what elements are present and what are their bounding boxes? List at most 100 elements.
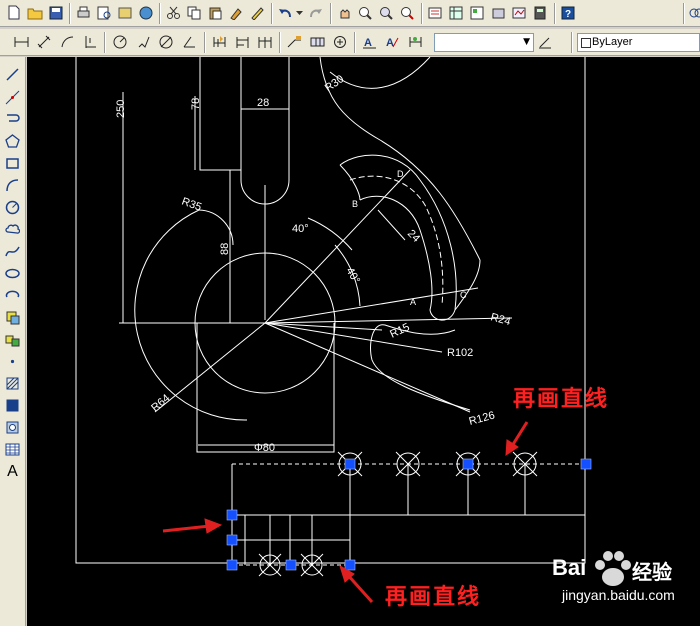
aligned-dimension-icon[interactable]	[35, 32, 54, 51]
sheet-set-icon[interactable]	[489, 3, 508, 22]
separator	[279, 32, 281, 53]
continue-dimension-icon[interactable]	[256, 32, 275, 51]
separator	[354, 32, 356, 53]
dim-24-line	[377, 209, 406, 241]
separator	[330, 3, 332, 24]
undo-icon[interactable]	[276, 3, 295, 22]
hatch-icon[interactable]	[3, 374, 22, 393]
copy-icon[interactable]	[185, 3, 204, 22]
block-editor-icon[interactable]	[248, 3, 267, 22]
properties-icon[interactable]	[426, 3, 445, 22]
grip[interactable]	[344, 458, 356, 470]
grip[interactable]	[344, 559, 356, 571]
diameter-dimension-icon[interactable]	[157, 32, 176, 51]
zoom-window-icon[interactable]	[377, 3, 396, 22]
r35-arc	[198, 209, 234, 246]
ellipse-icon[interactable]	[3, 264, 22, 283]
calculator-icon[interactable]	[531, 3, 550, 22]
3d-dwf-icon[interactable]	[137, 3, 156, 22]
drawing-svg: 250 78 28 R30 R35 88 40° 40° 24 R15 R24 …	[75, 57, 592, 604]
dimension-texts: 250 78 28 R30 R35 88 40° 40° 24 R15 R24 …	[115, 73, 512, 454]
zoom-previous-icon[interactable]	[398, 3, 417, 22]
design-center-icon[interactable]	[447, 3, 466, 22]
angle-40b-text: 40°	[343, 266, 362, 286]
radius-dimension-icon[interactable]	[111, 32, 130, 51]
spline-icon[interactable]	[3, 242, 22, 261]
line-icon[interactable]	[3, 65, 22, 84]
grip[interactable]	[226, 559, 238, 571]
dimension-toolbar: A A ▼ ByLayer	[0, 29, 700, 56]
radial-line-r15	[264, 322, 383, 331]
pan-realtime-icon[interactable]	[335, 3, 354, 22]
svg-text:A: A	[364, 37, 372, 49]
angular-dimension-icon[interactable]	[180, 32, 199, 51]
polygon-icon[interactable]	[3, 132, 22, 151]
new-file-icon[interactable]	[4, 3, 23, 22]
rectangle-icon[interactable]	[3, 154, 22, 173]
paste-icon[interactable]	[206, 3, 225, 22]
dim-r126-text: R126	[468, 410, 497, 428]
help-icon[interactable]: ?	[559, 3, 578, 22]
save-icon[interactable]	[46, 3, 65, 22]
multiline-text-icon[interactable]: A	[3, 462, 22, 481]
dimension-update-icon[interactable]	[406, 32, 425, 51]
grip[interactable]	[226, 534, 238, 546]
revision-cloud-icon[interactable]	[3, 220, 22, 239]
redo-icon[interactable]	[306, 3, 325, 22]
table-icon[interactable]	[3, 440, 22, 459]
publish-icon[interactable]	[116, 3, 135, 22]
markup-icon[interactable]	[510, 3, 529, 22]
svg-text:?: ?	[565, 9, 571, 20]
baseline-dimension-icon[interactable]	[233, 32, 252, 51]
separator	[421, 3, 423, 24]
grip[interactable]	[462, 458, 474, 470]
jogged-dimension-icon[interactable]	[134, 32, 153, 51]
dimension-style-icon[interactable]	[536, 32, 555, 51]
ellipse-arc-icon[interactable]	[3, 286, 22, 305]
polyline-icon[interactable]	[3, 110, 22, 129]
dimension-style-dropdown[interactable]: ▼	[434, 33, 534, 52]
make-block-icon[interactable]	[3, 330, 22, 349]
grip[interactable]	[580, 458, 592, 470]
dimension-text-edit-icon[interactable]: A	[383, 32, 402, 51]
construction-line-icon[interactable]	[3, 88, 22, 107]
radial-line-r24	[264, 317, 513, 324]
linear-dimension-icon[interactable]	[12, 32, 31, 51]
quick-dimension-icon[interactable]	[210, 32, 229, 51]
region-icon[interactable]	[3, 418, 22, 437]
center-mark-icon[interactable]	[331, 32, 350, 51]
tolerance-icon[interactable]	[308, 32, 327, 51]
zoom-realtime-icon[interactable]	[356, 3, 375, 22]
match-properties-icon[interactable]	[227, 3, 246, 22]
dim-28-text: 28	[257, 97, 269, 109]
drawing-canvas[interactable]: 250 78 28 R30 R35 88 40° 40° 24 R15 R24 …	[27, 57, 700, 626]
open-folder-icon[interactable]	[25, 3, 44, 22]
circle-icon[interactable]	[3, 198, 22, 217]
upper-vertical-lines	[407, 464, 526, 515]
crescent-end-top	[339, 164, 361, 201]
dimension-edit-icon[interactable]: A	[360, 32, 379, 51]
print-icon[interactable]	[74, 3, 93, 22]
arrow-left-head	[204, 518, 223, 534]
r24-arc	[454, 259, 481, 311]
ordinate-dimension-icon[interactable]	[81, 32, 100, 51]
gradient-icon[interactable]	[3, 396, 22, 415]
grip[interactable]	[285, 559, 297, 571]
orbit-icon[interactable]	[686, 3, 700, 22]
annotation-arrows	[162, 421, 529, 604]
arc-icon[interactable]	[3, 176, 22, 195]
angle-40-arc-a	[307, 217, 353, 251]
annotation-bottom: 再画直线	[385, 584, 482, 610]
insert-block-icon[interactable]	[3, 308, 22, 327]
separator	[683, 3, 685, 24]
point-icon[interactable]	[3, 352, 22, 371]
layer-select[interactable]: ByLayer	[577, 33, 700, 52]
quick-leader-icon[interactable]	[285, 32, 304, 51]
grip[interactable]	[226, 509, 238, 521]
cut-icon[interactable]	[164, 3, 183, 22]
tool-palettes-icon[interactable]	[468, 3, 487, 22]
plot-preview-icon[interactable]	[95, 3, 114, 22]
undo-dropdown-icon[interactable]	[294, 3, 304, 22]
arc-length-icon[interactable]	[58, 32, 77, 51]
dim-24-text: 24	[405, 228, 422, 245]
